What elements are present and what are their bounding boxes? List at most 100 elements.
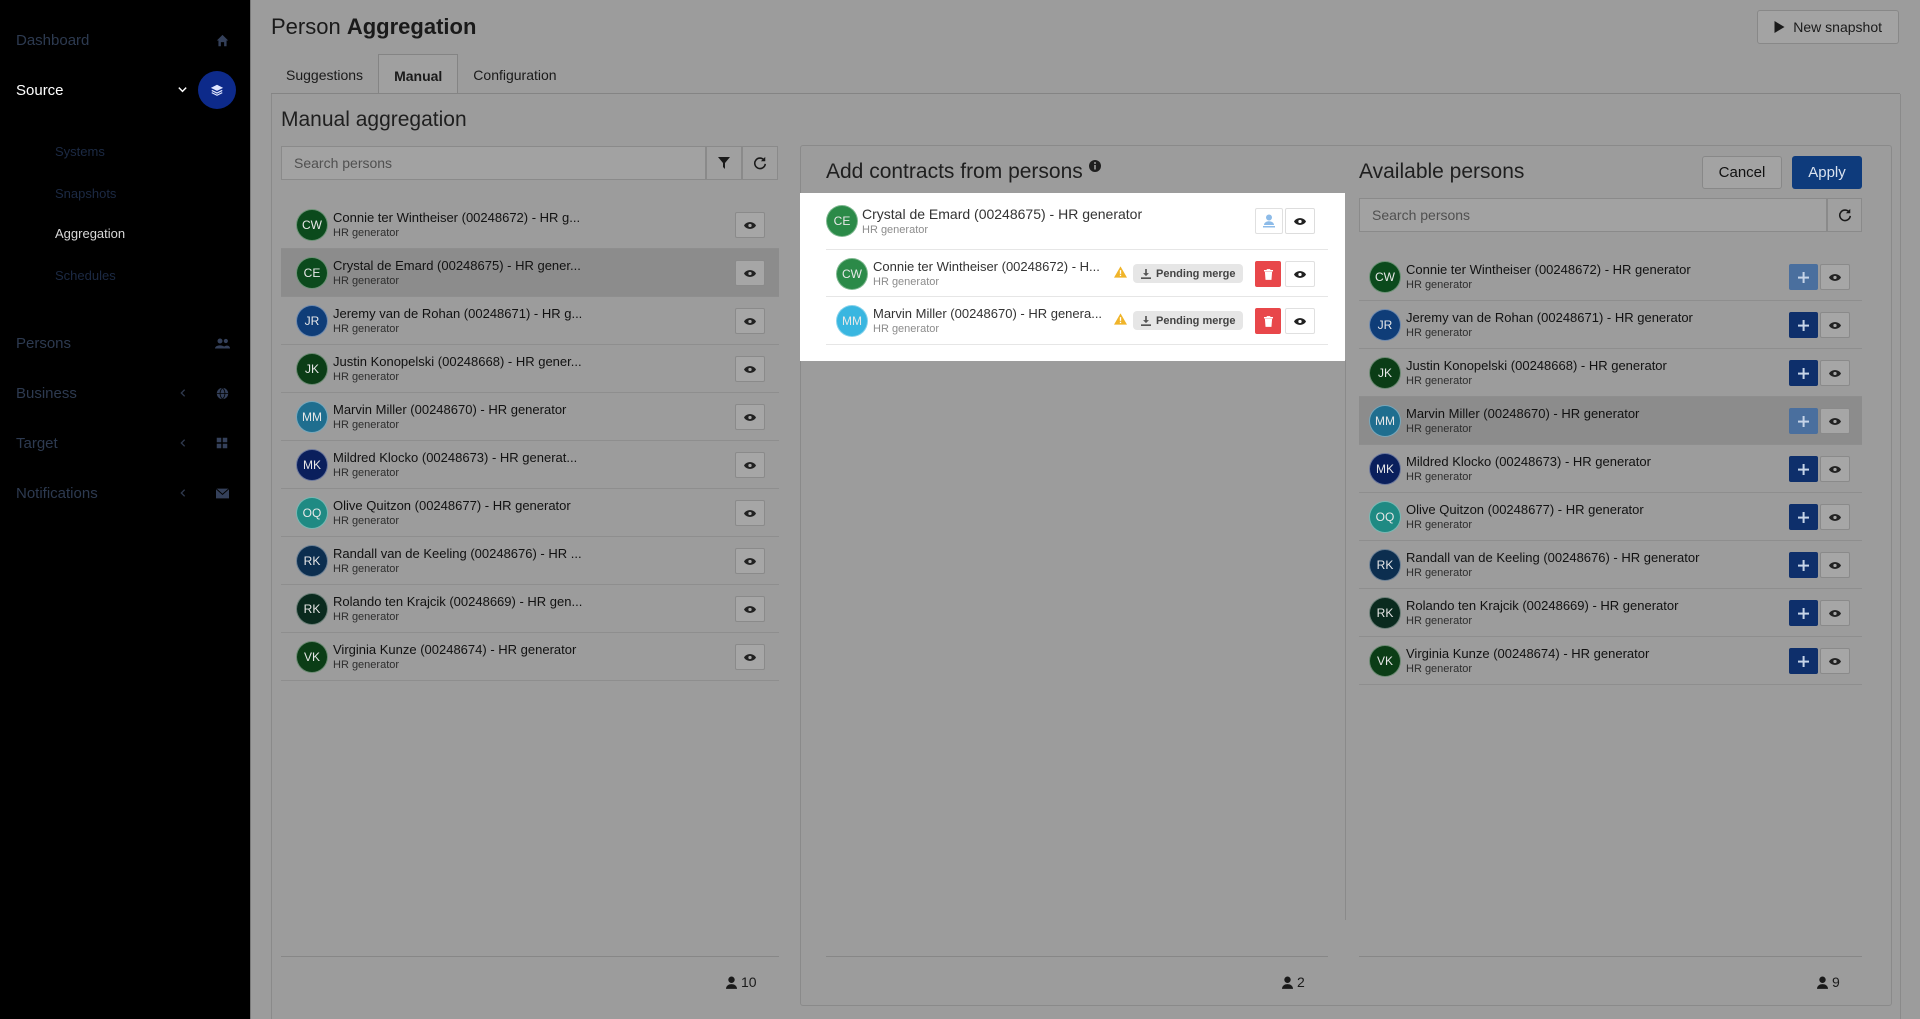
view-person-button[interactable] [1820, 408, 1850, 434]
view-person-button[interactable] [1820, 552, 1850, 578]
view-person-button[interactable] [1820, 312, 1850, 338]
add-person-button[interactable] [1789, 456, 1818, 482]
list-item[interactable]: CE Crystal de Emard (00248675) - HR gener… [281, 249, 779, 297]
eye-icon [1829, 609, 1841, 617]
tab-suggestions[interactable]: Suggestions [271, 54, 378, 94]
list-item[interactable]: OQ Olive Quitzon (00248677) - HR generato… [281, 489, 779, 537]
nav-target[interactable]: Target [0, 423, 250, 463]
view-person-button[interactable] [735, 356, 765, 382]
list-item[interactable]: RK Rolando ten Krajcik (00248669) - HR ge… [1359, 589, 1862, 637]
list-item[interactable]: MK Mildred Klocko (00248673) - HR generat… [1359, 445, 1862, 493]
view-person-button[interactable] [1820, 456, 1850, 482]
remove-contract-button[interactable] [1255, 261, 1281, 287]
add-person-button[interactable] [1789, 360, 1818, 386]
filter-button[interactable] [706, 146, 742, 180]
user-icon [1817, 976, 1828, 989]
sub-snapshots[interactable]: Snapshots [55, 186, 116, 201]
available-refresh-button[interactable] [1827, 198, 1862, 232]
available-person-count: 9 [1817, 974, 1840, 990]
add-person-button[interactable] [1789, 504, 1818, 530]
view-person-button[interactable] [735, 212, 765, 238]
new-snapshot-button[interactable]: New snapshot [1757, 10, 1899, 44]
view-primary-button[interactable] [1285, 208, 1315, 234]
nav-dashboard[interactable]: Dashboard [0, 20, 250, 60]
list-item[interactable]: JK Justin Konopelski (00248668) - HR gene… [281, 345, 779, 393]
view-person-button[interactable] [735, 260, 765, 286]
list-item[interactable]: RK Rolando ten Krajcik (00248669) - HR ge… [281, 585, 779, 633]
apply-button[interactable]: Apply [1792, 156, 1862, 189]
sub-aggregation[interactable]: Aggregation [55, 226, 125, 241]
view-person-button[interactable] [1285, 308, 1315, 334]
person-name: Mildred Klocko (00248673) - HR generat..… [333, 450, 578, 465]
info-icon[interactable] [1088, 160, 1101, 172]
view-person-button[interactable] [1820, 360, 1850, 386]
tab-configuration[interactable]: Configuration [458, 54, 571, 94]
eye-icon [1294, 317, 1306, 325]
status-badge: Pending merge [1133, 311, 1244, 330]
manual-search-input[interactable]: Search persons [281, 146, 706, 180]
view-person-button[interactable] [735, 548, 765, 574]
list-item[interactable]: MM Marvin Miller (00248670) - HR generato… [281, 393, 779, 441]
view-person-button[interactable] [1820, 648, 1850, 674]
nav-persons[interactable]: Persons [0, 323, 250, 363]
available-count-value: 9 [1832, 974, 1840, 990]
set-primary-button[interactable] [1255, 208, 1283, 234]
available-search-input[interactable]: Search persons [1359, 198, 1827, 232]
nav-business[interactable]: Business [0, 373, 250, 413]
sub-schedules[interactable]: Schedules [55, 268, 116, 283]
view-person-button[interactable] [735, 308, 765, 334]
list-item[interactable]: JR Jeremy van de Rohan (00248671) - HR g.… [281, 297, 779, 345]
person-name: Connie ter Wintheiser (00248672) - HR ge… [1406, 262, 1691, 277]
contracts-card: CE Crystal de Emard (00248675) - HR gene… [800, 193, 1345, 361]
list-item[interactable]: MM Marvin Miller (00248670) - HR generato… [1359, 397, 1862, 445]
view-person-button[interactable] [735, 500, 765, 526]
person-name: Virginia Kunze (00248674) - HR generator [1406, 646, 1650, 661]
avatar: CE [826, 205, 858, 237]
add-person-button[interactable] [1789, 264, 1818, 290]
list-item[interactable]: MK Mildred Klocko (00248673) - HR generat… [281, 441, 779, 489]
person-name: Jeremy van de Rohan (00248671) - HR g... [333, 306, 583, 321]
list-item[interactable]: RK Randall van de Keeling (00248676) - HR… [281, 537, 779, 585]
refresh-button[interactable] [742, 146, 778, 180]
list-item[interactable]: RK Randall van de Keeling (00248676) - HR… [1359, 541, 1862, 589]
nav-source[interactable]: Source [0, 70, 250, 110]
list-item[interactable]: CW Connie ter Wintheiser (00248672) - HR … [1359, 253, 1862, 301]
sub-systems[interactable]: Systems [55, 144, 105, 159]
list-item[interactable]: CW Connie ter Wintheiser (00248672) - HR … [281, 201, 779, 249]
list-item[interactable]: VK Virginia Kunze (00248674) - HR generat… [281, 633, 779, 681]
add-person-button[interactable] [1789, 600, 1818, 626]
view-person-button[interactable] [735, 452, 765, 478]
avatar: CE [296, 257, 328, 289]
avatar: VK [1369, 645, 1401, 677]
view-person-button[interactable] [1820, 600, 1850, 626]
add-person-button[interactable] [1789, 552, 1818, 578]
cancel-button[interactable]: Cancel [1702, 156, 1782, 189]
nav-notifications[interactable]: Notifications [0, 473, 250, 513]
manual-footer-divider [281, 956, 779, 957]
add-person-button[interactable] [1789, 408, 1818, 434]
avatar: JR [1369, 309, 1401, 341]
plus-icon [1798, 607, 1809, 619]
contracts-title-text: Add contracts from persons [826, 160, 1083, 183]
user-icon [1282, 976, 1293, 989]
view-person-button[interactable] [1285, 261, 1315, 287]
view-person-button[interactable] [1820, 504, 1850, 530]
list-item[interactable]: OQ Olive Quitzon (00248677) - HR generato… [1359, 493, 1862, 541]
tab-manual[interactable]: Manual [378, 54, 459, 94]
download-icon [1141, 315, 1151, 326]
add-person-button[interactable] [1789, 648, 1818, 674]
view-person-button[interactable] [735, 404, 765, 430]
list-item[interactable]: VK Virginia Kunze (00248674) - HR generat… [1359, 637, 1862, 685]
add-person-button[interactable] [1789, 312, 1818, 338]
view-person-button[interactable] [735, 596, 765, 622]
view-person-button[interactable] [735, 644, 765, 670]
layers-icon [198, 71, 236, 109]
plus-icon [1798, 559, 1809, 571]
person-name: Marvin Miller (00248670) - HR generator [333, 402, 567, 417]
list-item[interactable]: JR Jeremy van de Rohan (00248671) - HR ge… [1359, 301, 1862, 349]
user-icon [726, 976, 737, 989]
chevron-left-icon [178, 386, 188, 401]
remove-contract-button[interactable] [1255, 308, 1281, 334]
list-item[interactable]: JK Justin Konopelski (00248668) - HR gene… [1359, 349, 1862, 397]
view-person-button[interactable] [1820, 264, 1850, 290]
